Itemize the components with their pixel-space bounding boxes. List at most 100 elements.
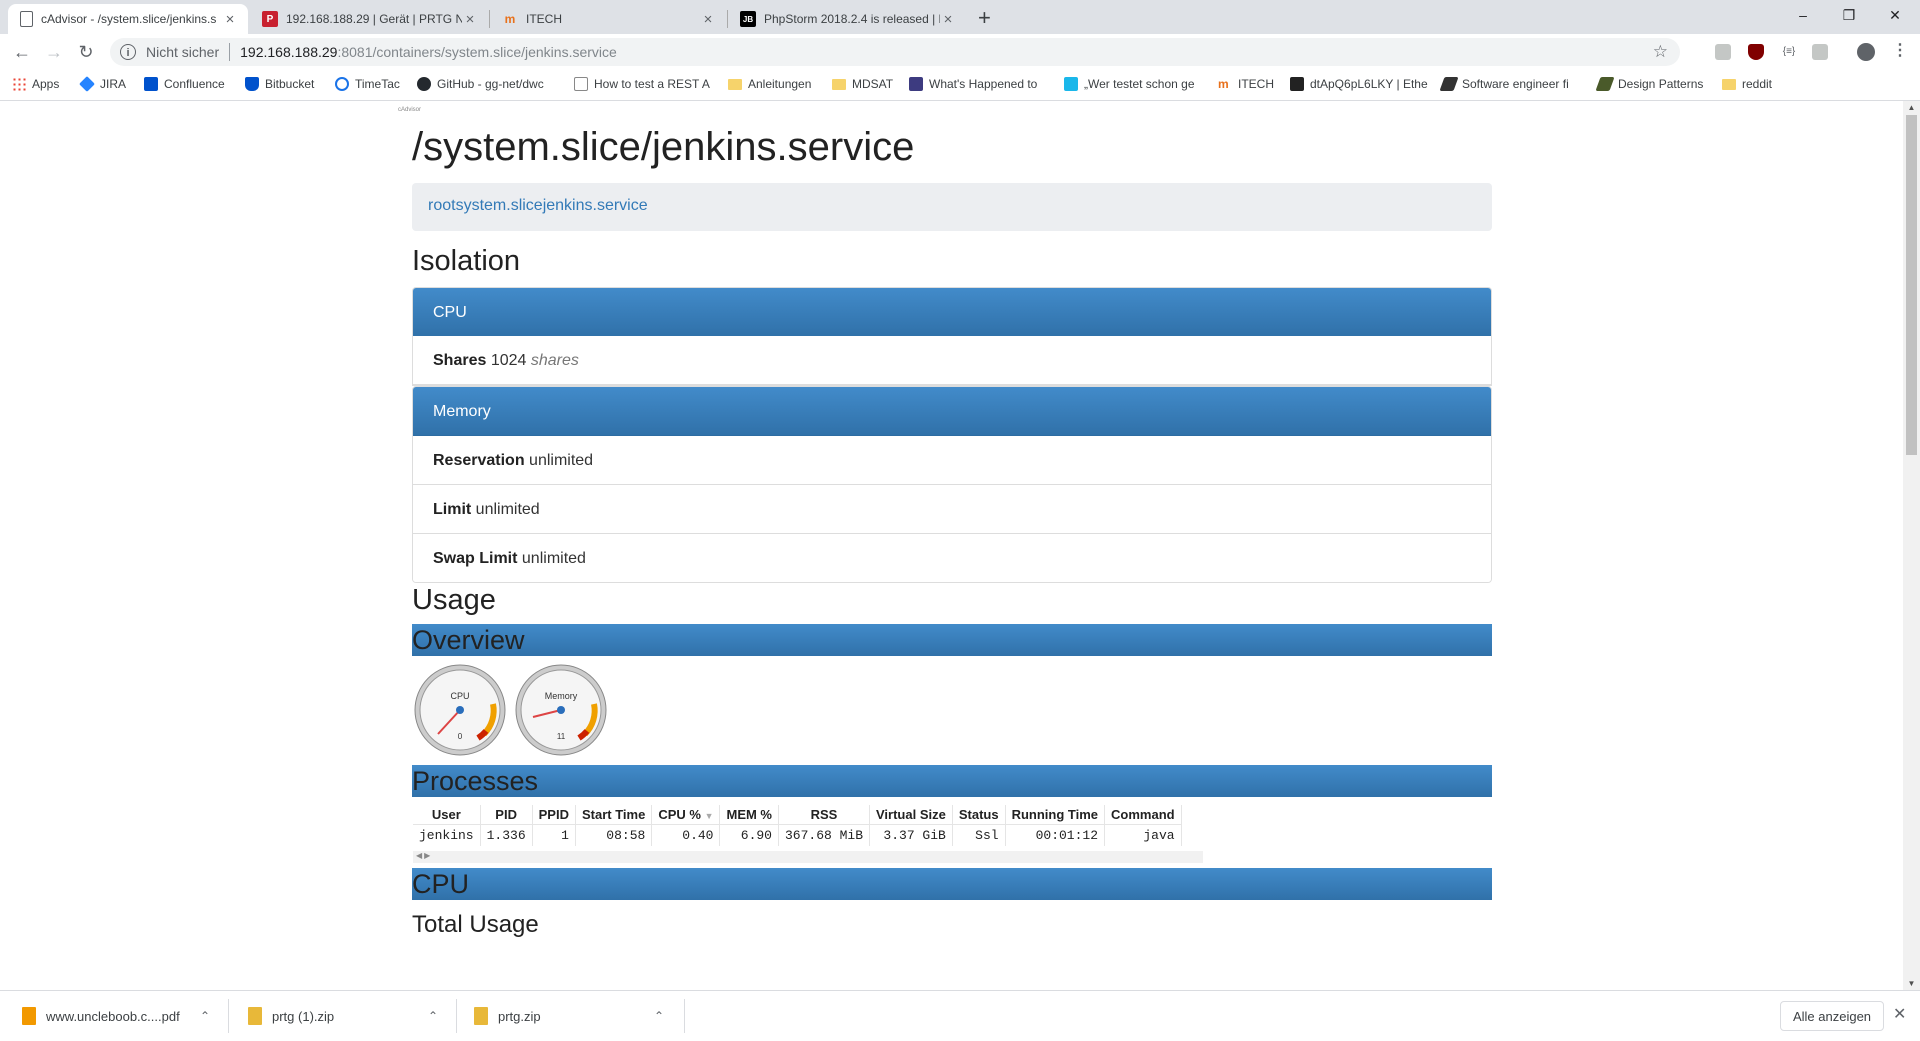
bookmark-label: Design Patterns <box>1618 77 1704 91</box>
column-header-pid[interactable]: PID <box>480 805 533 825</box>
cpu-gauge-value: 0 <box>458 732 463 741</box>
bookmark-apps[interactable]: Apps <box>12 77 59 91</box>
chevron-up-icon[interactable]: ⌃ <box>428 1009 438 1023</box>
maximize-button[interactable]: ❐ <box>1826 0 1872 30</box>
reload-icon[interactable]: ↻ <box>72 39 100 65</box>
close-tab-icon[interactable]: × <box>940 11 956 28</box>
bookmark-label: reddit <box>1742 77 1773 91</box>
profile-avatar-icon[interactable] <box>1857 43 1875 61</box>
chevron-up-icon[interactable]: ⌃ <box>200 1009 210 1023</box>
table-horizontal-scrollbar[interactable]: ◀ ▶ <box>413 851 1203 863</box>
scroll-right-icon[interactable]: ▶ <box>424 851 430 860</box>
bookmark-wer-testet[interactable]: „Wer testet schon ge <box>1064 77 1195 91</box>
cell-start-time: 08:58 <box>575 824 653 846</box>
cpu-isolation-panel: CPU <box>412 287 1492 337</box>
itech-icon: m <box>504 12 516 26</box>
breadcrumb-system-slice[interactable]: system.slice <box>456 197 543 214</box>
tab-title: ITECH <box>526 12 562 26</box>
tab-itech[interactable]: m ITECH × <box>490 4 726 34</box>
tab-phpstorm[interactable]: JB PhpStorm 2018.2.4 is released | P × <box>728 4 966 34</box>
page-scrollbar[interactable]: ▲ ▼ <box>1903 101 1920 990</box>
apps-grid-icon <box>12 77 26 91</box>
column-header-mem-percent[interactable]: MEM % <box>719 805 779 825</box>
minimize-button[interactable]: – <box>1780 0 1826 30</box>
new-tab-button[interactable]: + <box>978 5 991 31</box>
download-shelf: www.uncleboob.c....pdf ⌃ prtg (1).zip ⌃ … <box>0 990 1920 1040</box>
shares-value: 1024 <box>490 352 527 369</box>
cell-ppid: 1 <box>532 824 576 846</box>
scroll-down-icon[interactable]: ▼ <box>1903 979 1920 988</box>
bookmark-timetac[interactable]: TimeTac <box>335 77 400 91</box>
forward-arrow-icon[interactable]: → <box>40 39 68 65</box>
column-header-cpu-percent[interactable]: CPU % ▼ <box>651 805 721 825</box>
bookmark-whats-happened[interactable]: What's Happened to <box>909 77 1037 91</box>
sort-desc-icon: ▼ <box>704 811 714 821</box>
screen-extension-icon[interactable] <box>1812 44 1828 60</box>
page-icon <box>20 11 33 27</box>
ublock-icon[interactable] <box>1748 44 1764 60</box>
bookmark-confluence[interactable]: Confluence <box>144 77 225 91</box>
bookmark-jira[interactable]: JIRA <box>79 76 126 92</box>
close-tab-icon[interactable]: × <box>462 11 478 28</box>
menu-kebab-icon[interactable]: ⋮ <box>1892 41 1908 61</box>
close-window-button[interactable]: ✕ <box>1872 0 1918 30</box>
bookmark-rest[interactable]: How to test a REST A <box>574 77 710 91</box>
scroll-left-icon[interactable]: ◀ <box>416 851 422 860</box>
bookmark-design-patterns[interactable]: Design Patterns <box>1595 77 1704 91</box>
column-header-rss[interactable]: RSS <box>778 805 871 825</box>
bookmark-software-engineer[interactable]: Software engineer fi <box>1439 77 1569 91</box>
download-filename: prtg.zip <box>498 1008 541 1024</box>
bookmark-github[interactable]: GitHub - gg-net/dwc <box>417 77 544 91</box>
bookmark-anleitungen[interactable]: Anleitungen <box>728 77 811 91</box>
security-label[interactable]: Nicht sicher <box>146 44 219 60</box>
download-item-pdf[interactable]: www.uncleboob.c....pdf ⌃ <box>22 991 222 1041</box>
cell-running-time: 00:01:12 <box>1005 824 1106 846</box>
download-item-prtg[interactable]: prtg.zip ⌃ <box>474 991 674 1041</box>
column-header-virtual-size[interactable]: Virtual Size <box>869 805 953 825</box>
address-bar[interactable]: i Nicht sicher 192.168.188.29 :8081/cont… <box>110 38 1680 66</box>
column-header-status[interactable]: Status <box>952 805 1006 825</box>
tab-prtg[interactable]: P 192.168.188.29 | Gerät | PRTG Ne × <box>250 4 488 34</box>
tab-title: 192.168.188.29 | Gerät | PRTG Ne <box>286 12 462 26</box>
design-patterns-icon <box>1595 77 1615 91</box>
show-all-downloads-button[interactable]: Alle anzeigen <box>1780 1001 1884 1031</box>
breadcrumb-root[interactable]: root <box>428 197 456 214</box>
column-header-ppid[interactable]: PPID <box>532 805 576 825</box>
cell-user: jenkins <box>413 824 481 846</box>
breadcrumb-jenkins-service[interactable]: jenkins.service <box>543 197 648 214</box>
page-viewport: cAdvisor /system.slice/jenkins.service r… <box>0 101 1903 990</box>
prtg-icon: P <box>262 11 278 27</box>
breadcrumb: rootsystem.slicejenkins.service <box>412 183 1492 231</box>
download-item-prtg-1[interactable]: prtg (1).zip ⌃ <box>248 991 448 1041</box>
bookmark-bitbucket[interactable]: Bitbucket <box>245 77 314 91</box>
confluence-icon <box>144 77 158 91</box>
close-tab-icon[interactable]: × <box>700 11 716 28</box>
chevron-up-icon[interactable]: ⌃ <box>654 1009 664 1023</box>
bookmark-label: What's Happened to <box>929 77 1038 91</box>
column-header-running-time[interactable]: Running Time <box>1005 805 1106 825</box>
address-separator <box>229 43 231 61</box>
info-icon[interactable]: i <box>120 44 136 60</box>
bookmark-reddit[interactable]: reddit <box>1722 77 1772 91</box>
tab-title: PhpStorm 2018.2.4 is released | P <box>764 12 940 26</box>
bookmark-mdsat[interactable]: MDSAT <box>832 77 893 91</box>
close-shelf-icon[interactable]: ✕ <box>1893 1004 1906 1024</box>
url-host[interactable]: 192.168.188.29 <box>240 44 337 60</box>
column-header-command[interactable]: Command <box>1104 805 1182 825</box>
column-header-user[interactable]: User <box>413 805 481 825</box>
scrollbar-thumb[interactable] <box>1906 115 1917 455</box>
back-arrow-icon[interactable]: ← <box>8 39 36 65</box>
folder-icon <box>728 78 742 90</box>
row-value: unlimited <box>475 501 540 518</box>
bookmark-ethereum[interactable]: dtApQ6pL6LKY | Ethe <box>1290 77 1428 91</box>
row-label: Reservation <box>433 452 525 469</box>
url-path[interactable]: :8081/containers/system.slice/jenkins.se… <box>337 44 616 60</box>
bookmark-itech[interactable]: m ITECH <box>1218 77 1274 91</box>
bookmark-star-icon[interactable]: ☆ <box>1653 42 1668 62</box>
extension-icon[interactable] <box>1715 44 1731 60</box>
column-header-start-time[interactable]: Start Time <box>575 805 653 825</box>
scroll-up-icon[interactable]: ▲ <box>1903 103 1920 112</box>
tab-cadvisor[interactable]: cAdvisor - /system.slice/jenkins.s × <box>8 4 248 34</box>
close-tab-icon[interactable]: × <box>222 11 238 28</box>
json-extension-icon[interactable]: {≡} <box>1781 44 1797 60</box>
